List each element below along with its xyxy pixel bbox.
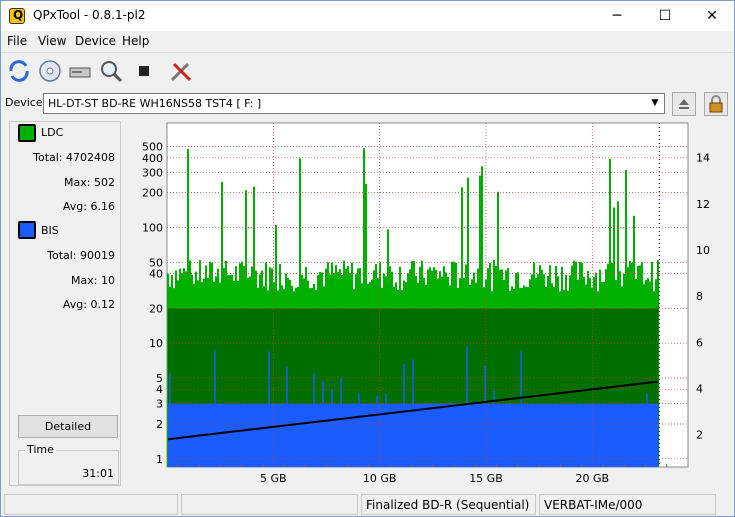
bis-color-swatch [18, 221, 36, 239]
time-value: 31:01 [82, 467, 114, 480]
y-left-tick-label: 500 [142, 141, 163, 154]
y-left-tick-label: 40 [149, 268, 163, 281]
bis-label: BIS [41, 224, 59, 237]
y-right-tick-label: 2 [696, 429, 703, 442]
y-left-tick-label: 50 [149, 256, 163, 269]
close-button[interactable]: ✕ [689, 1, 735, 31]
y-right-tick-label: 4 [696, 383, 703, 396]
drive-icon[interactable] [67, 58, 93, 84]
title-bar: QPxTool - 0.8.1-pl2 ─ ☐ ✕ [1, 1, 734, 31]
toolbar [1, 52, 734, 88]
bis-avg: Avg: 0.12 [62, 298, 115, 311]
y-left-tick-label: 4 [156, 383, 163, 396]
status-disc-type: Finalized BD-R (Sequential) [361, 494, 536, 515]
eject-icon [679, 99, 689, 109]
status-bar: Finalized BD-R (Sequential) VERBAT-IMe/0… [1, 493, 734, 517]
lock-icon [709, 95, 723, 113]
time-group: Time 31:01 [18, 443, 119, 485]
y-left-tick-label: 3 [156, 398, 163, 411]
menu-help[interactable]: Help [122, 34, 149, 48]
device-value: HL-DT-ST BD-RE WH16NS58 TST4 [ F: ] [48, 97, 262, 110]
maximize-button[interactable]: ☐ [642, 1, 688, 31]
scan-chart: 12345102040501002003004005005 GB 10 GB 15 … [142, 122, 710, 485]
stop-icon[interactable] [131, 58, 157, 84]
ldc-max: Max: 502 [64, 176, 115, 189]
menu-view[interactable]: View [38, 34, 66, 48]
app-logo-icon [9, 8, 25, 24]
stats-panel: LDC Total: 4702408 Max: 502 Avg: 6.16 BI… [9, 121, 121, 486]
y-left-tick-label: 20 [149, 302, 163, 315]
y-left-tick-label: 5 [156, 372, 163, 385]
scan-icon[interactable] [98, 58, 124, 84]
y-left-tick-label: 300 [142, 166, 163, 179]
menu-bar: File View Device Help [1, 31, 734, 52]
device-select[interactable]: HL-DT-ST BD-RE WH16NS58 TST4 [ F: ] ▼ [43, 93, 665, 114]
ldc-label: LDC [41, 126, 64, 139]
bis-area [168, 403, 659, 467]
status-cell-1 [4, 494, 178, 515]
detailed-button[interactable]: Detailed [18, 415, 118, 438]
ldc-total: Total: 4702408 [33, 151, 115, 164]
bis-max: Max: 10 [71, 274, 115, 287]
refresh-icon[interactable] [6, 58, 32, 84]
bis-total: Total: 90019 [47, 249, 115, 262]
device-label: Device: [5, 96, 47, 109]
y-right-tick-label: 6 [696, 336, 703, 349]
eject-button[interactable] [672, 92, 696, 116]
ldc-avg: Avg: 6.16 [62, 200, 115, 213]
y-left-tick-label: 1 [156, 453, 163, 466]
time-label: Time [25, 443, 56, 456]
ldc-color-swatch [18, 124, 36, 142]
device-bar: Device: HL-DT-ST BD-RE WH16NS58 TST4 [ F… [1, 89, 734, 117]
x-tick-label: 10 GB [363, 472, 397, 485]
menu-file[interactable]: File [7, 34, 27, 48]
lock-button[interactable] [704, 92, 728, 116]
y-right-tick-label: 8 [696, 290, 703, 303]
y-right-tick-label: 14 [696, 152, 710, 165]
x-tick-label: 5 GB [260, 472, 287, 485]
menu-device[interactable]: Device [75, 34, 116, 48]
y-right-tick-label: 12 [696, 198, 710, 211]
y-right-tick-label: 10 [696, 244, 710, 257]
window-title: QPxTool - 0.8.1-pl2 [33, 8, 146, 22]
x-tick-label: 20 GB [576, 472, 610, 485]
status-media-id: VERBAT-IMe/000 [539, 494, 716, 515]
y-left-tick-label: 10 [149, 337, 163, 350]
status-cell-2 [181, 494, 358, 515]
disc-icon[interactable] [37, 58, 63, 84]
settings-icon[interactable] [168, 58, 194, 84]
y-left-tick-label: 400 [142, 152, 163, 165]
app-window: QPxTool - 0.8.1-pl2 ─ ☐ ✕ File View Devi… [0, 0, 735, 517]
chevron-down-icon[interactable]: ▼ [648, 95, 662, 112]
y-left-tick-label: 200 [142, 187, 163, 200]
x-tick-label: 15 GB [469, 472, 503, 485]
y-left-tick-label: 100 [142, 221, 163, 234]
y-left-tick-label: 2 [156, 418, 163, 431]
minimize-button[interactable]: ─ [594, 1, 640, 31]
